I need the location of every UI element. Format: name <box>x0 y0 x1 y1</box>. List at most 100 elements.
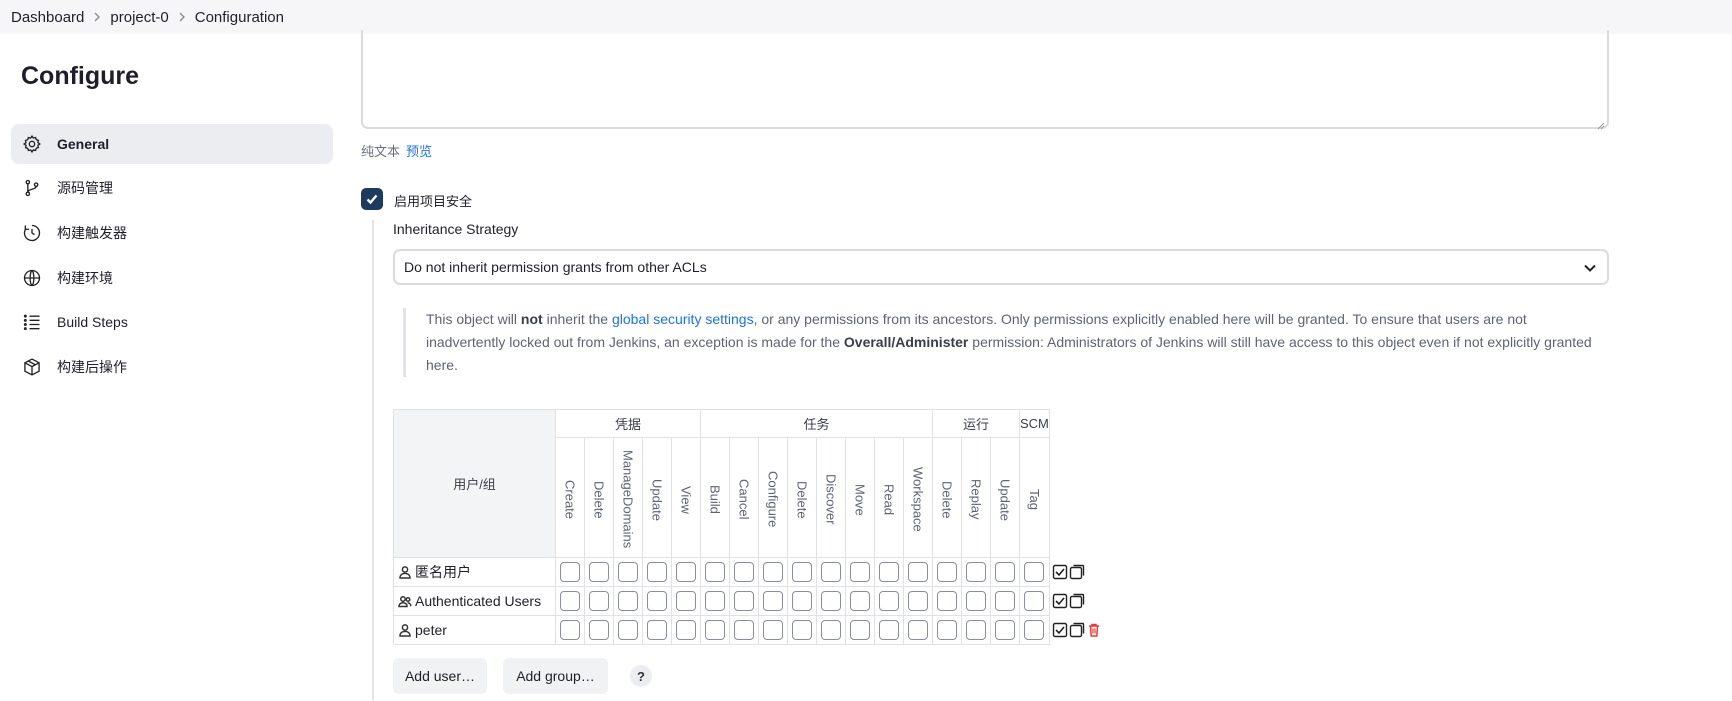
sidebar-item-label: 构建后操作 <box>57 359 127 375</box>
breadcrumb-project[interactable]: project-0 <box>110 9 168 26</box>
permission-checkbox[interactable] <box>560 562 580 582</box>
permission-checkbox[interactable] <box>647 620 667 640</box>
matrix-row-label: peter <box>415 622 447 638</box>
permission-checkbox[interactable] <box>966 620 986 640</box>
permission-checkbox[interactable] <box>792 591 812 611</box>
inheritance-strategy-select[interactable]: Do not inherit permission grants from ot… <box>393 249 1609 285</box>
permission-checkbox[interactable] <box>966 562 986 582</box>
permission-checkbox[interactable] <box>763 620 783 640</box>
unselect-all-icon[interactable] <box>1069 593 1085 609</box>
permission-checkbox[interactable] <box>734 562 754 582</box>
sidebar-item-label: General <box>57 136 110 152</box>
enable-project-security-checkbox[interactable] <box>361 188 383 210</box>
permission-checkbox[interactable] <box>676 562 696 582</box>
permission-cell <box>990 615 1020 645</box>
permission-checkbox[interactable] <box>792 562 812 582</box>
permission-checkbox[interactable] <box>821 591 841 611</box>
permission-cell <box>555 615 585 645</box>
permission-cell <box>990 557 1020 587</box>
permission-checkbox[interactable] <box>1024 620 1045 640</box>
sidebar-item-environment[interactable]: 构建环境 <box>11 258 333 298</box>
permission-checkbox[interactable] <box>560 591 580 611</box>
permission-checkbox[interactable] <box>995 591 1015 611</box>
unselect-all-icon[interactable] <box>1069 622 1085 638</box>
preview-link[interactable]: 预览 <box>406 144 432 159</box>
permission-cell <box>555 557 585 587</box>
permission-checkbox[interactable] <box>734 591 754 611</box>
description-textarea[interactable] <box>361 30 1609 130</box>
permission-cell <box>816 615 846 645</box>
permission-cell <box>932 557 962 587</box>
permission-checkbox[interactable] <box>1024 562 1045 582</box>
select-all-icon[interactable] <box>1052 564 1068 580</box>
permission-checkbox[interactable] <box>792 620 812 640</box>
matrix-row-name: Authenticated Users <box>393 586 556 616</box>
permission-checkbox[interactable] <box>618 562 638 582</box>
permission-checkbox[interactable] <box>589 591 609 611</box>
permission-checkbox[interactable] <box>618 591 638 611</box>
permission-header: ManageDomains <box>613 437 643 558</box>
permission-checkbox[interactable] <box>850 620 870 640</box>
sidebar-item-source[interactable]: 源码管理 <box>11 168 333 208</box>
permission-header: Workspace <box>903 437 933 558</box>
permission-checkbox[interactable] <box>850 562 870 582</box>
permission-checkbox[interactable] <box>995 620 1015 640</box>
permission-header: Update <box>990 437 1020 558</box>
user-icon <box>398 623 412 637</box>
permission-checkbox[interactable] <box>908 620 928 640</box>
sidebar-item-post-build[interactable]: 构建后操作 <box>11 347 333 387</box>
permission-checkbox[interactable] <box>1024 591 1045 611</box>
add-user-button[interactable]: Add user… <box>393 658 487 694</box>
select-all-icon[interactable] <box>1052 622 1068 638</box>
select-all-icon[interactable] <box>1052 593 1068 609</box>
add-group-button[interactable]: Add group… <box>503 658 608 694</box>
permission-checkbox[interactable] <box>676 620 696 640</box>
global-security-settings-link[interactable]: global security settings <box>612 311 754 327</box>
permission-checkbox[interactable] <box>763 591 783 611</box>
permission-cell <box>903 586 933 616</box>
permission-checkbox[interactable] <box>937 562 957 582</box>
permission-checkbox[interactable] <box>705 562 725 582</box>
permission-checkbox[interactable] <box>850 591 870 611</box>
permission-checkbox[interactable] <box>647 591 667 611</box>
permission-checkbox[interactable] <box>647 562 667 582</box>
permission-cell <box>845 586 875 616</box>
permission-checkbox[interactable] <box>879 591 899 611</box>
unselect-all-icon[interactable] <box>1069 564 1085 580</box>
permission-checkbox[interactable] <box>589 562 609 582</box>
breadcrumb-dashboard[interactable]: Dashboard <box>11 9 84 26</box>
permission-cell <box>845 557 875 587</box>
permission-checkbox[interactable] <box>879 620 899 640</box>
permission-checkbox[interactable] <box>995 562 1015 582</box>
permission-checkbox[interactable] <box>937 620 957 640</box>
permission-checkbox[interactable] <box>908 591 928 611</box>
permission-header: Cancel <box>729 437 759 558</box>
permission-checkbox[interactable] <box>966 591 986 611</box>
sidebar-item-general[interactable]: General <box>11 124 333 164</box>
permission-checkbox[interactable] <box>821 620 841 640</box>
sidebar-item-build-steps[interactable]: Build Steps <box>11 302 333 342</box>
help-icon[interactable]: ? <box>630 665 652 687</box>
permission-checkbox[interactable] <box>763 562 783 582</box>
permission-checkbox[interactable] <box>821 562 841 582</box>
sidebar-item-triggers[interactable]: 构建触发器 <box>11 213 333 253</box>
permission-checkbox[interactable] <box>676 591 696 611</box>
permission-checkbox[interactable] <box>734 620 754 640</box>
resize-handle-icon[interactable] <box>1597 117 1605 130</box>
permission-checkbox[interactable] <box>618 620 638 640</box>
permission-label: Configure <box>765 471 781 528</box>
permission-group-header: 凭据 <box>555 409 701 438</box>
permission-label: Discover <box>823 474 839 525</box>
permission-cell <box>729 615 759 645</box>
permission-checkbox[interactable] <box>937 591 957 611</box>
permission-checkbox[interactable] <box>560 620 580 640</box>
delete-icon[interactable] <box>1086 622 1102 638</box>
permission-cell <box>1019 586 1050 616</box>
permission-checkbox[interactable] <box>589 620 609 640</box>
matrix-row-label: Authenticated Users <box>415 593 542 609</box>
permission-checkbox[interactable] <box>908 562 928 582</box>
breadcrumb-configuration[interactable]: Configuration <box>195 9 284 26</box>
permission-checkbox[interactable] <box>879 562 899 582</box>
permission-checkbox[interactable] <box>705 620 725 640</box>
permission-checkbox[interactable] <box>705 591 725 611</box>
